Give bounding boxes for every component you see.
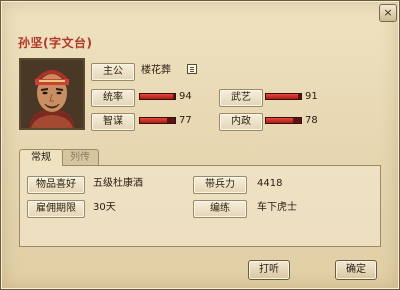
tab-general[interactable]: 常规 (19, 149, 63, 166)
stat-label-politics: 内政 (219, 113, 263, 131)
character-info-window: × 孙坚(字文台) 主公 楼花葬 统率 94 武艺 91 智谋 77 内政 78… (0, 0, 400, 290)
title-bar[interactable] (1, 1, 399, 29)
book-icon[interactable] (187, 64, 197, 74)
inquire-button[interactable]: 打听 (248, 260, 290, 280)
stat-value-politics: 78 (305, 115, 318, 126)
stat-value-intellect: 77 (179, 115, 192, 126)
stat-bar-martial (265, 93, 302, 100)
hobby-label: 物品喜好 (27, 176, 85, 194)
close-icon: × (383, 6, 393, 19)
hire-period-value: 30天 (93, 202, 116, 213)
troops-label: 带兵力 (193, 176, 247, 194)
close-button[interactable]: × (379, 4, 397, 22)
stat-label-martial: 武艺 (219, 89, 263, 107)
stat-value-martial: 91 (305, 91, 318, 102)
stat-label-command: 统率 (91, 89, 135, 107)
stat-label-intellect: 智谋 (91, 113, 135, 131)
stat-bar-politics (265, 117, 302, 124)
stat-bar-fill (140, 118, 167, 123)
stat-bar-command (139, 93, 176, 100)
troops-value: 4418 (257, 178, 283, 189)
hobby-value: 五级杜康酒 (93, 178, 143, 189)
training-value: 车下虎士 (257, 202, 297, 213)
stat-value-command: 94 (179, 91, 192, 102)
faction-value: 楼花葬 (141, 65, 171, 76)
stat-bar-intellect (139, 117, 176, 124)
stat-bar-fill (266, 94, 298, 99)
confirm-button[interactable]: 确定 (335, 260, 377, 280)
faction-label: 主公 (91, 63, 135, 81)
character-name-title: 孙坚(字文台) (18, 36, 93, 50)
stat-bar-fill (140, 94, 173, 99)
tab-biography[interactable]: 列传 (61, 149, 99, 166)
hire-period-label: 雇佣期限 (27, 200, 85, 218)
training-label: 编练 (193, 200, 247, 218)
stat-bar-fill (266, 118, 294, 123)
character-portrait (19, 58, 85, 130)
portrait-image (21, 60, 83, 128)
